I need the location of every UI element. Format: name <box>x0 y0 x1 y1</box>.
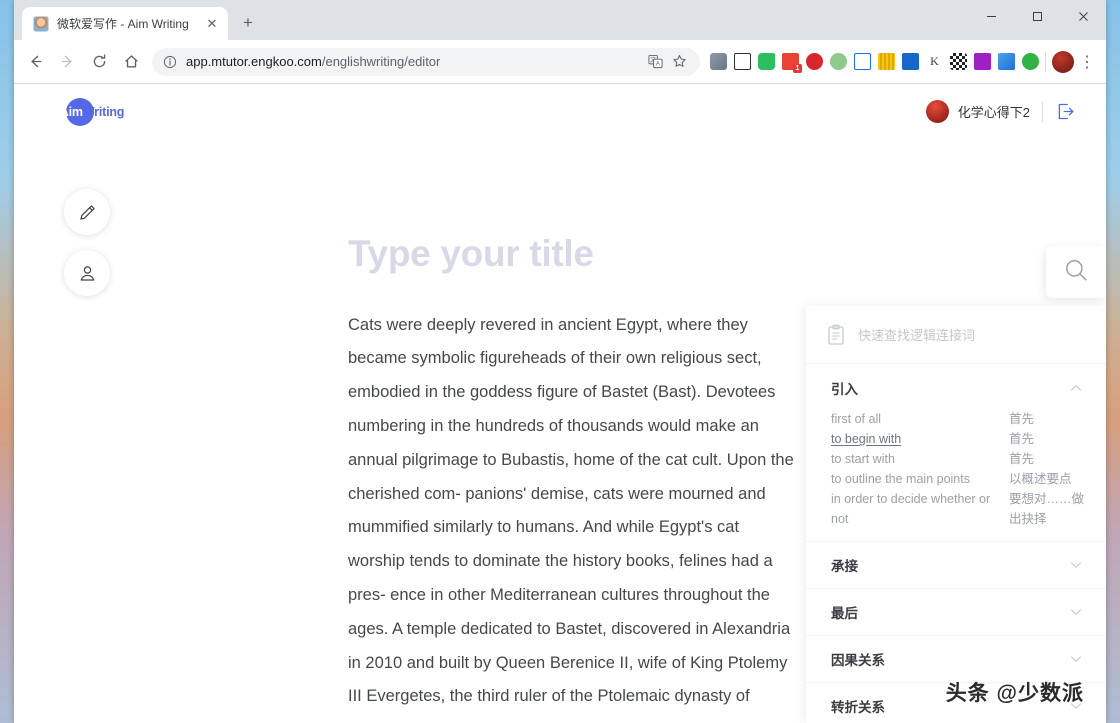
phrase-english[interactable]: to begin with <box>831 429 1009 449</box>
edit-pencil-button[interactable] <box>64 189 110 235</box>
extension-icons: 1 K <box>708 53 1039 73</box>
phrase-chinese: 首先 <box>1009 412 1035 426</box>
k-extension-icon[interactable]: K <box>926 53 943 70</box>
trello-extension-icon[interactable] <box>902 53 919 70</box>
user-name: 化学心得下2 <box>957 105 1030 120</box>
document-body-text[interactable]: Cats were deeply revered in ancient Egyp… <box>348 309 800 723</box>
svg-text:A: A <box>656 62 660 68</box>
list-item[interactable]: to start with 首先 <box>831 449 1084 469</box>
user-divider <box>1042 101 1043 122</box>
translate-icon[interactable]: 文A <box>648 54 664 69</box>
chevron-up-icon[interactable] <box>1068 380 1084 396</box>
phrase-english[interactable]: to outline the main points <box>831 469 1009 489</box>
tab-close-icon[interactable]: ✕ <box>204 16 220 32</box>
document-title-placeholder[interactable]: Type your title <box>348 233 800 275</box>
accordion-title: 转折关系 <box>831 700 885 715</box>
phrase-chinese: 要想对……做出抉择 <box>1009 492 1085 526</box>
reload-button[interactable] <box>84 47 114 77</box>
forward-button[interactable] <box>52 47 82 77</box>
diamond-extension-icon[interactable] <box>854 53 871 70</box>
tab-title: 微软爱写作 - Aim Writing <box>57 17 189 31</box>
accordion-section-expanded: 引入 first of all 首先 to begin with 首先 to s… <box>806 364 1106 541</box>
profile-avatar[interactable] <box>1052 50 1074 73</box>
accordion-title: 因果关系 <box>831 653 885 668</box>
close-button[interactable] <box>1060 0 1106 32</box>
watermark: 头条 @少数派 <box>945 682 1084 705</box>
new-tab-button[interactable]: + <box>234 9 262 37</box>
aim-writing-logo[interactable]: AimWriting <box>60 97 124 127</box>
toolbar-divider <box>1045 51 1046 72</box>
url-domain: app.mtutor.engkoo.com <box>186 54 322 69</box>
accordion-title: 承接 <box>831 559 858 574</box>
minimize-button[interactable] <box>968 0 1014 32</box>
assistant-search-button[interactable] <box>1046 246 1106 298</box>
address-bar[interactable]: app.mtutor.engkoo.com/englishwriting/edi… <box>152 47 700 76</box>
logo-text: AimWriting <box>59 104 125 119</box>
clipboard-icon <box>826 324 846 346</box>
yellow-grid-extension-icon[interactable] <box>878 53 895 70</box>
accordion-title: 最后 <box>831 606 858 621</box>
left-tool-rail <box>64 189 110 296</box>
person-outline-button[interactable] <box>64 250 110 296</box>
accordion-header-zuihou[interactable]: 最后 <box>806 588 1106 635</box>
site-info-icon[interactable] <box>163 55 178 69</box>
green-circle-extension-icon[interactable] <box>830 53 847 70</box>
user-area: 化学心得下2 <box>925 100 1076 123</box>
browser-window: 微软爱写作 - Aim Writing ✕ + app.mtutor.engko… <box>14 0 1106 723</box>
chevron-down-icon[interactable] <box>1068 557 1084 573</box>
adblock-plus-icon[interactable] <box>806 53 823 70</box>
assistant-panel: 快速查找逻辑连接词 引入 first of all 首先 to begin wi… <box>806 219 1106 723</box>
accordion-header-intro[interactable]: 引入 <box>806 364 1106 409</box>
list-item[interactable]: to begin with 首先 <box>831 429 1084 449</box>
avatar[interactable] <box>925 100 949 123</box>
quick-search-row[interactable]: 快速查找逻辑连接词 <box>806 306 1106 364</box>
evernote-extension-icon[interactable] <box>758 53 775 70</box>
phrase-chinese: 首先 <box>1009 432 1035 446</box>
phrase-chinese: 首先 <box>1009 452 1035 466</box>
browser-menu-button[interactable]: ⋮ <box>1076 52 1098 72</box>
purple-app-extension-icon[interactable] <box>974 53 991 70</box>
quick-search-placeholder[interactable]: 快速查找逻辑连接词 <box>858 325 975 344</box>
maximize-button[interactable] <box>1014 0 1060 32</box>
logo-text-writing: Writing <box>82 104 125 119</box>
list-item[interactable]: in order to decide whether or not 要想对……做… <box>831 489 1084 529</box>
qrcode-extension-icon[interactable] <box>950 53 967 70</box>
browser-tab[interactable]: 微软爱写作 - Aim Writing ✕ <box>22 7 228 40</box>
logout-icon[interactable] <box>1055 101 1076 122</box>
list-item[interactable]: first of all 首先 <box>831 409 1084 429</box>
tab-favicon <box>33 15 49 32</box>
phrase-english[interactable]: first of all <box>831 409 1009 429</box>
phrase-chinese: 以概述要点 <box>1009 472 1072 486</box>
browser-toolbar: app.mtutor.engkoo.com/englishwriting/edi… <box>14 40 1106 84</box>
back-button[interactable] <box>20 47 50 77</box>
gmail-extension-icon[interactable]: 1 <box>782 53 802 73</box>
accordion-header-yinguo[interactable]: 因果关系 <box>806 635 1106 682</box>
accordion-title: 引入 <box>831 382 858 397</box>
gmail-unread-badge: 1 <box>793 64 802 73</box>
search-icon <box>1063 257 1089 288</box>
phrase-english[interactable]: to start with <box>831 449 1009 469</box>
bookmark-star-icon[interactable] <box>672 54 688 69</box>
url-path: /englishwriting/editor <box>321 54 441 69</box>
office-extension-icon[interactable] <box>710 53 727 70</box>
blue-doc-extension-icon[interactable] <box>998 53 1015 70</box>
tab-strip: 微软爱写作 - Aim Writing ✕ + <box>14 0 1106 40</box>
accordion-header-chengjie[interactable]: 承接 <box>806 541 1106 588</box>
web-page: AimWriting 化学心得下2 Type your title Cats w… <box>14 84 1106 723</box>
notion-extension-icon[interactable] <box>734 53 751 70</box>
phrase-list: first of all 首先 to begin with 首先 to star… <box>806 409 1106 541</box>
home-button[interactable] <box>116 47 146 77</box>
chevron-down-icon[interactable] <box>1068 651 1084 667</box>
app-header: AimWriting 化学心得下2 <box>14 84 1106 139</box>
assistant-card: 快速查找逻辑连接词 引入 first of all 首先 to begin wi… <box>806 306 1106 723</box>
logo-text-aim: Aim <box>59 104 83 119</box>
phrase-english[interactable]: in order to decide whether or not <box>831 489 1009 529</box>
wechat-extension-icon[interactable] <box>1022 53 1039 70</box>
document-editor[interactable]: Type your title Cats were deeply revered… <box>348 233 800 723</box>
chevron-down-icon[interactable] <box>1068 604 1084 620</box>
url-text: app.mtutor.engkoo.com/englishwriting/edi… <box>186 54 440 69</box>
list-item[interactable]: to outline the main points 以概述要点 <box>831 469 1084 489</box>
window-controls <box>968 0 1106 40</box>
